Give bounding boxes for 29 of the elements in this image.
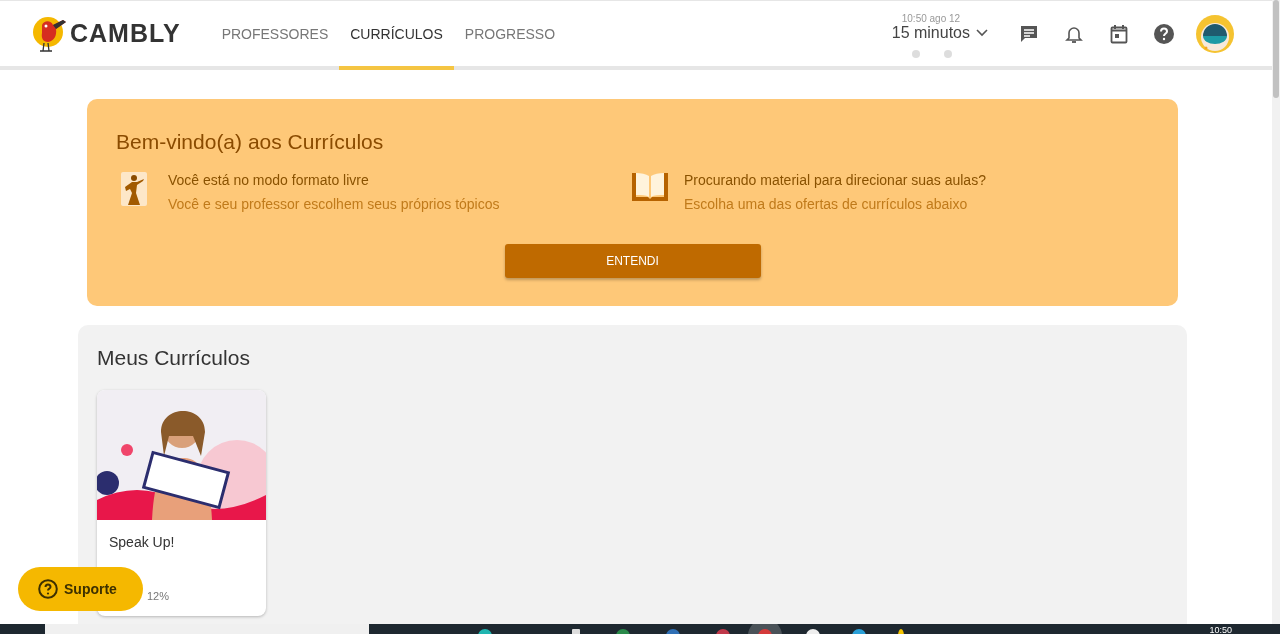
section-title: Meus Currículos	[97, 346, 251, 370]
indicator-dot	[911, 50, 920, 58]
info-title: Procurando material para direcionar suas aulas?	[684, 171, 986, 189]
dancer-icon	[120, 171, 150, 207]
nav-tab[interactable]: PROFESSORES	[210, 1, 340, 66]
scrollbar-thumb[interactable]	[1273, 0, 1279, 98]
info-title: Você está no modo formato livre	[168, 171, 370, 189]
progress-text: 12%	[147, 590, 171, 602]
avatar-icon[interactable]	[1196, 14, 1234, 53]
nav-tab[interactable]: PROGRESSO	[453, 1, 567, 66]
support-button[interactable]: Suporte	[18, 567, 143, 611]
info-subtitle: Escolha uma das ofertas de currículos abaixo	[684, 195, 969, 213]
chevron-down-icon	[976, 29, 988, 37]
open-book-icon	[630, 171, 670, 201]
toucan-logo-icon	[32, 14, 68, 53]
logo-wordmark[interactable]: CAMBLY	[70, 19, 181, 48]
calendar-icon[interactable]	[1109, 23, 1128, 44]
indicator-dot	[943, 50, 952, 58]
info-subtitle: Você e seu professor escolhem seus próprios tópicos	[168, 195, 500, 213]
duration-dropdown[interactable]: 15 minutos	[891, 24, 988, 42]
taskbar-search-field[interactable]	[45, 624, 369, 634]
card-title: Speak Up!	[109, 534, 176, 550]
taskbar-clock: 10:50	[1209, 626, 1232, 634]
chat-icon[interactable]	[1018, 23, 1039, 44]
help-icon	[38, 579, 58, 599]
confirm-button[interactable]: ENTENDI	[504, 244, 761, 278]
banner-title: Bem-vindo(a) aos Currículos	[116, 130, 385, 154]
help-icon[interactable]	[1153, 23, 1174, 44]
date-time: 10:50 ago 12	[901, 13, 961, 24]
